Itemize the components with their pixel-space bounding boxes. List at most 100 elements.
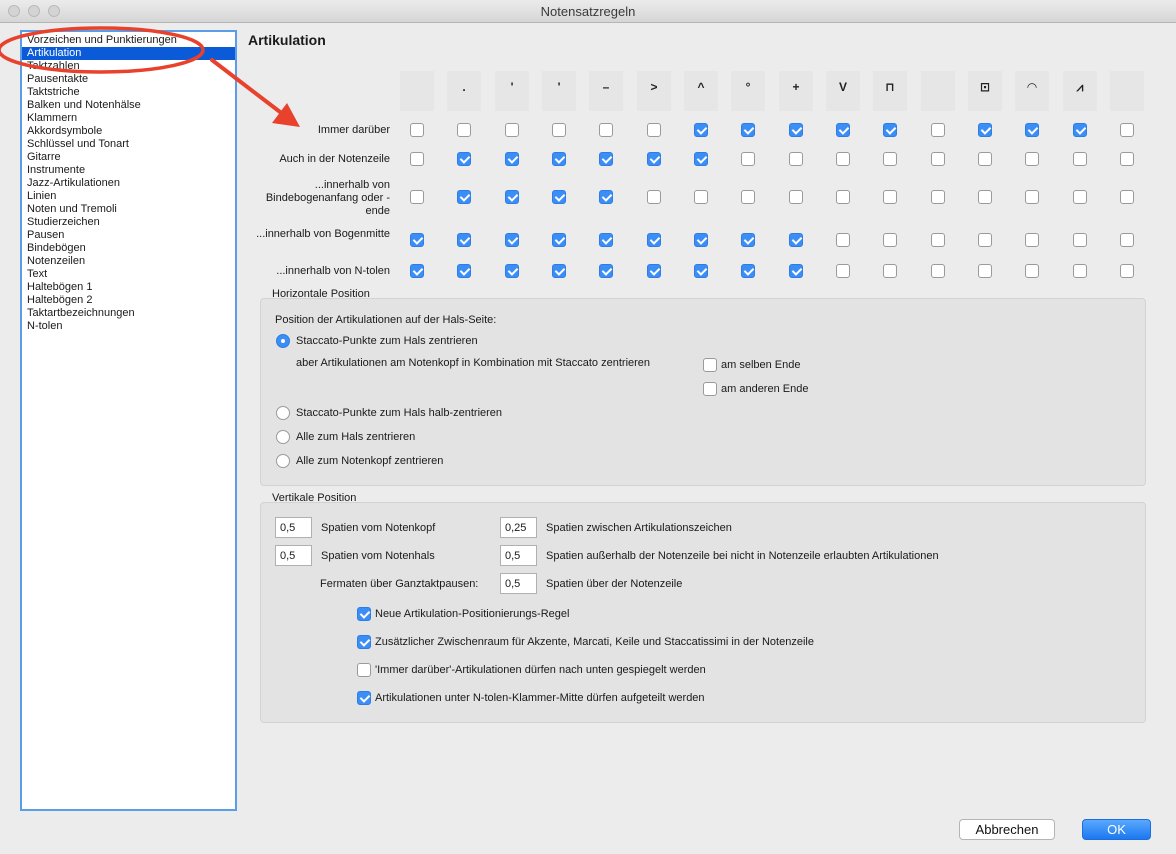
grid-checkbox[interactable]	[741, 190, 755, 204]
grid-checkbox[interactable]	[410, 264, 424, 278]
sidebar-item[interactable]: Studierzeichen	[27, 216, 100, 229]
field-spatien-notenkopf[interactable]	[275, 517, 312, 538]
checkbox-gespiegelt[interactable]	[357, 663, 371, 677]
sidebar-item[interactable]: Gitarre	[27, 151, 61, 164]
grid-checkbox[interactable]	[505, 264, 519, 278]
grid-checkbox[interactable]	[694, 190, 708, 204]
grid-checkbox[interactable]	[836, 233, 850, 247]
grid-checkbox[interactable]	[789, 233, 803, 247]
sidebar-item[interactable]: Bindebögen	[27, 242, 86, 255]
sidebar-item[interactable]: Vorzeichen und Punktierungen	[27, 34, 177, 47]
grid-checkbox[interactable]	[836, 123, 850, 137]
grid-checkbox[interactable]	[505, 190, 519, 204]
grid-checkbox[interactable]	[552, 233, 566, 247]
grid-checkbox[interactable]	[978, 190, 992, 204]
grid-checkbox[interactable]	[978, 123, 992, 137]
grid-checkbox[interactable]	[694, 152, 708, 166]
radio-staccato-halb-zentrieren[interactable]	[276, 406, 290, 420]
sidebar-item[interactable]: Text	[27, 268, 47, 281]
grid-checkbox[interactable]	[741, 264, 755, 278]
grid-checkbox[interactable]	[1025, 123, 1039, 137]
sidebar-item[interactable]: Linien	[27, 190, 56, 203]
checkbox-am-anderen-ende[interactable]	[703, 382, 717, 396]
grid-checkbox[interactable]	[694, 233, 708, 247]
grid-checkbox[interactable]	[505, 152, 519, 166]
grid-checkbox[interactable]	[694, 123, 708, 137]
sidebar-item[interactable]: Taktartbezeichnungen	[27, 307, 135, 320]
grid-checkbox[interactable]	[883, 123, 897, 137]
grid-checkbox[interactable]	[1025, 152, 1039, 166]
grid-checkbox[interactable]	[647, 233, 661, 247]
checkbox-zusaetzlicher-zwischenraum[interactable]	[357, 635, 371, 649]
grid-checkbox[interactable]	[931, 190, 945, 204]
grid-checkbox[interactable]	[552, 123, 566, 137]
grid-checkbox[interactable]	[931, 123, 945, 137]
grid-checkbox[interactable]	[741, 233, 755, 247]
sidebar-item[interactable]: Jazz-Artikulationen	[27, 177, 120, 190]
sidebar-item[interactable]: Instrumente	[27, 164, 85, 177]
grid-checkbox[interactable]	[1025, 264, 1039, 278]
grid-checkbox[interactable]	[1120, 264, 1134, 278]
grid-checkbox[interactable]	[457, 123, 471, 137]
cancel-button[interactable]: Abbrechen	[959, 819, 1055, 840]
grid-checkbox[interactable]	[599, 152, 613, 166]
sidebar-item[interactable]: Noten und Tremoli	[27, 203, 117, 216]
grid-checkbox[interactable]	[457, 264, 471, 278]
grid-checkbox[interactable]	[1120, 152, 1134, 166]
grid-checkbox[interactable]	[836, 264, 850, 278]
checkbox-neue-positionierungs-regel[interactable]	[357, 607, 371, 621]
grid-checkbox[interactable]	[883, 264, 897, 278]
grid-checkbox[interactable]	[883, 152, 897, 166]
grid-checkbox[interactable]	[647, 152, 661, 166]
grid-checkbox[interactable]	[931, 264, 945, 278]
field-spatien-ausserhalb[interactable]	[500, 545, 537, 566]
grid-checkbox[interactable]	[1120, 190, 1134, 204]
grid-checkbox[interactable]	[836, 152, 850, 166]
grid-checkbox[interactable]	[978, 264, 992, 278]
checkbox-am-selben-ende[interactable]	[703, 358, 717, 372]
sidebar-item[interactable]: Klammern	[27, 112, 77, 125]
grid-checkbox[interactable]	[978, 233, 992, 247]
sidebar-item[interactable]: Artikulation	[22, 47, 235, 60]
grid-checkbox[interactable]	[789, 190, 803, 204]
grid-checkbox[interactable]	[552, 264, 566, 278]
grid-checkbox[interactable]	[789, 264, 803, 278]
checkbox-ntolen-aufgeteilt[interactable]	[357, 691, 371, 705]
sidebar-item[interactable]: Haltebögen 2	[27, 294, 92, 307]
sidebar-item[interactable]: Balken und Notenhälse	[27, 99, 141, 112]
sidebar-item[interactable]: Taktstriche	[27, 86, 80, 99]
grid-checkbox[interactable]	[410, 233, 424, 247]
grid-checkbox[interactable]	[1073, 264, 1087, 278]
grid-checkbox[interactable]	[1120, 123, 1134, 137]
grid-checkbox[interactable]	[647, 123, 661, 137]
radio-alle-hals-zentrieren[interactable]	[276, 430, 290, 444]
grid-checkbox[interactable]	[978, 152, 992, 166]
grid-checkbox[interactable]	[552, 152, 566, 166]
grid-checkbox[interactable]	[883, 233, 897, 247]
grid-checkbox[interactable]	[457, 233, 471, 247]
sidebar-item[interactable]: Pausen	[27, 229, 64, 242]
grid-checkbox[interactable]	[1073, 123, 1087, 137]
sidebar-item[interactable]: Haltebögen 1	[27, 281, 92, 294]
grid-checkbox[interactable]	[741, 152, 755, 166]
grid-checkbox[interactable]	[599, 264, 613, 278]
grid-checkbox[interactable]	[457, 152, 471, 166]
grid-checkbox[interactable]	[410, 190, 424, 204]
grid-checkbox[interactable]	[505, 123, 519, 137]
grid-checkbox[interactable]	[1073, 233, 1087, 247]
grid-checkbox[interactable]	[836, 190, 850, 204]
sidebar-item[interactable]: Taktzahlen	[27, 60, 80, 73]
sidebar-item[interactable]: Schlüssel und Tonart	[27, 138, 129, 151]
grid-checkbox[interactable]	[599, 233, 613, 247]
grid-checkbox[interactable]	[789, 152, 803, 166]
sidebar-item[interactable]: Pausentakte	[27, 73, 88, 86]
grid-checkbox[interactable]	[1025, 190, 1039, 204]
grid-checkbox[interactable]	[552, 190, 566, 204]
radio-staccato-hals-zentrieren[interactable]	[276, 334, 290, 348]
grid-checkbox[interactable]	[1025, 233, 1039, 247]
grid-checkbox[interactable]	[647, 264, 661, 278]
grid-checkbox[interactable]	[647, 190, 661, 204]
radio-alle-notenkopf-zentrieren[interactable]	[276, 454, 290, 468]
grid-checkbox[interactable]	[931, 152, 945, 166]
grid-checkbox[interactable]	[789, 123, 803, 137]
